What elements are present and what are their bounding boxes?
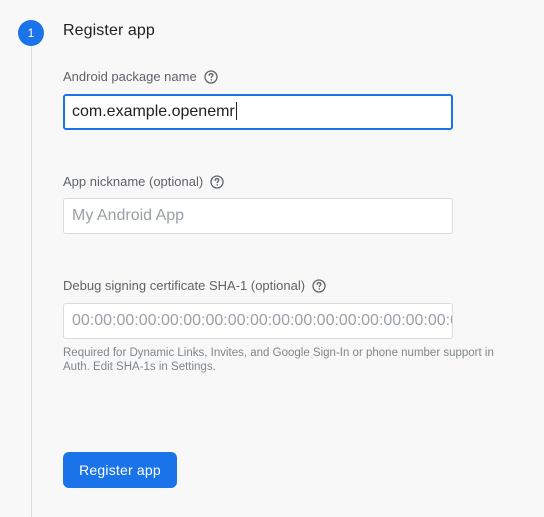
app-nickname-label: App nickname (optional) bbox=[63, 174, 224, 189]
sha1-label-text: Debug signing certificate SHA-1 (optiona… bbox=[63, 278, 306, 293]
package-name-label-text: Android package name bbox=[63, 69, 197, 84]
app-nickname-placeholder: My Android App bbox=[72, 207, 185, 224]
help-circle-icon[interactable] bbox=[204, 69, 218, 84]
sha1-label: Debug signing certificate SHA-1 (optiona… bbox=[63, 278, 326, 293]
step-title: Register app bbox=[63, 22, 155, 39]
help-circle-icon[interactable] bbox=[210, 174, 224, 189]
help-circle-icon[interactable] bbox=[312, 278, 326, 293]
step-number-badge: 1 bbox=[18, 20, 44, 46]
app-nickname-input[interactable]: My Android App bbox=[63, 198, 453, 234]
register-app-step: 1 Register app Android package name com.… bbox=[0, 0, 544, 517]
app-nickname-label-text: App nickname (optional) bbox=[63, 174, 204, 189]
sha1-placeholder: 00:00:00:00:00:00:00:00:00:00:00:00:00:0… bbox=[72, 312, 452, 329]
package-name-input[interactable]: com.example.openemr bbox=[63, 94, 453, 130]
package-name-label: Android package name bbox=[63, 69, 218, 84]
sha1-helper-text: Required for Dynamic Links, Invites, and… bbox=[63, 347, 494, 373]
sha1-input[interactable]: 00:00:00:00:00:00:00:00:00:00:00:00:00:0… bbox=[63, 303, 453, 339]
text-caret bbox=[235, 101, 237, 120]
register-app-button[interactable]: Register app bbox=[63, 452, 177, 488]
step-connector-line bbox=[31, 46, 32, 517]
package-name-value: com.example.openemr bbox=[72, 103, 235, 120]
